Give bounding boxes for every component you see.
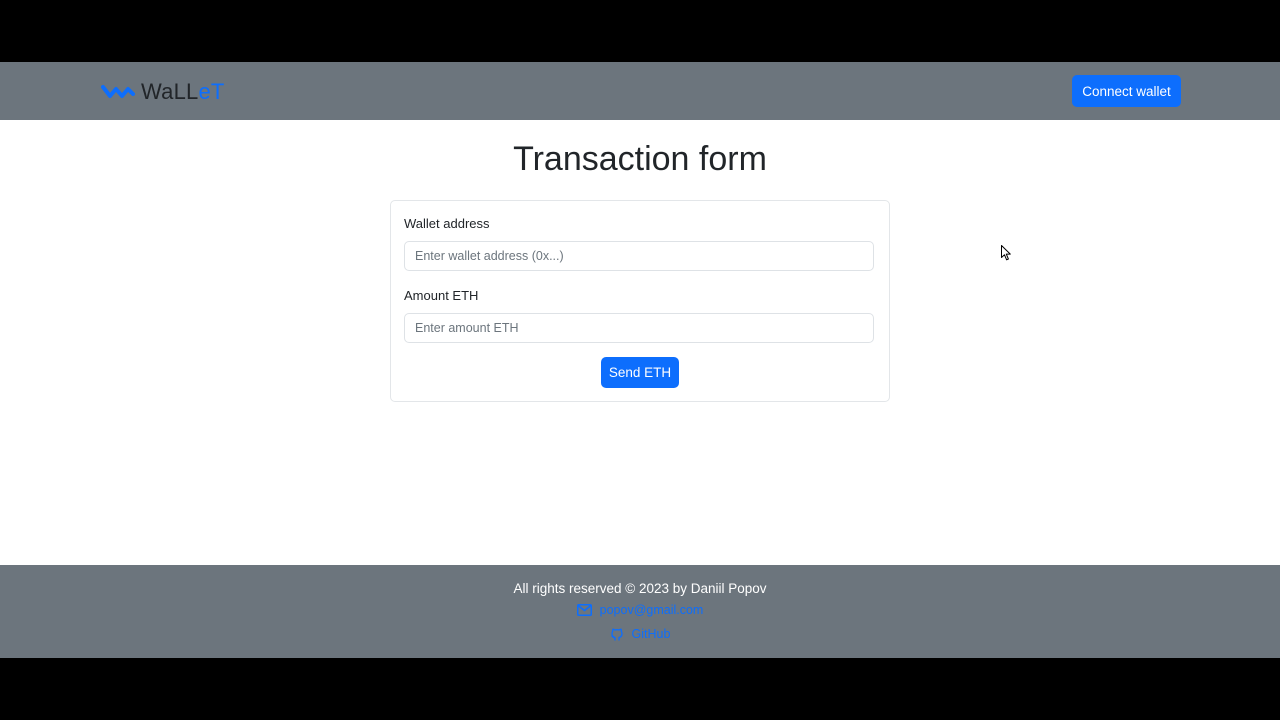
navbar: WaLLeT Connect wallet <box>0 62 1280 120</box>
transaction-form-card: Wallet address Amount ETH Send ETH <box>390 200 890 402</box>
connect-wallet-button[interactable]: Connect wallet <box>1072 75 1181 107</box>
amount-eth-input[interactable] <box>404 313 874 343</box>
wave-logo-icon <box>101 85 135 98</box>
mouse-pointer-icon <box>1001 245 1011 261</box>
brand-name-part1: WaLL <box>141 79 199 104</box>
footer-email-text: popov@gmail.com <box>599 603 704 617</box>
footer-github-link[interactable]: GitHub <box>0 627 1280 641</box>
brand-name-part2: eT <box>198 79 225 104</box>
footer: All rights reserved © 2023 by Daniil Pop… <box>0 565 1280 658</box>
app-viewport: WaLLeT Connect wallet Transaction form W… <box>0 62 1280 658</box>
brand-name: WaLLeT <box>141 79 225 105</box>
footer-email-link[interactable]: popov@gmail.com <box>0 603 1280 617</box>
footer-github-text: GitHub <box>631 627 671 641</box>
brand-logo[interactable]: WaLLeT <box>101 77 225 107</box>
amount-eth-label: Amount ETH <box>404 288 479 303</box>
envelope-icon <box>576 604 592 616</box>
wallet-address-label: Wallet address <box>404 216 490 231</box>
wallet-address-input[interactable] <box>404 241 874 271</box>
send-eth-button[interactable]: Send ETH <box>601 357 679 388</box>
github-icon <box>610 628 623 641</box>
footer-copyright: All rights reserved © 2023 by Daniil Pop… <box>513 581 767 596</box>
page-title: Transaction form <box>513 140 767 178</box>
